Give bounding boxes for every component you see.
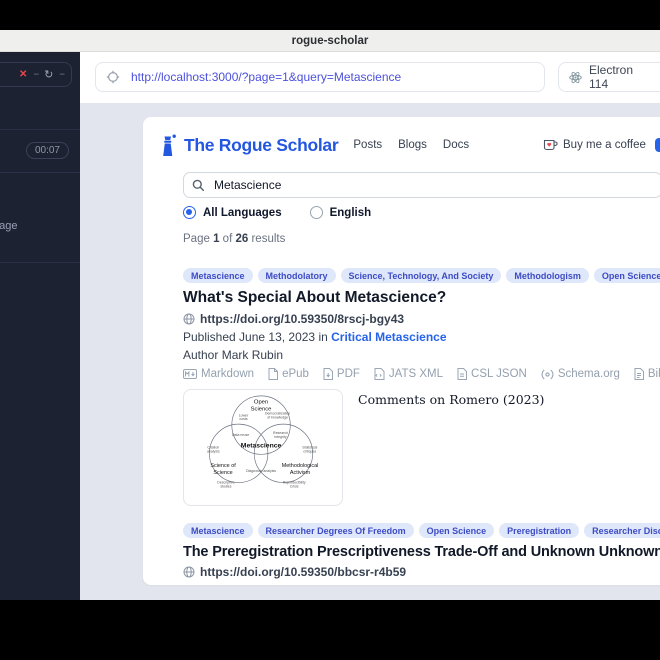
svg-text:Metascience: Metascience: [241, 443, 282, 450]
svg-text:Crisis: Crisis: [290, 484, 299, 488]
tag[interactable]: Researcher Degrees Of Freedom: [257, 523, 414, 538]
url-bar[interactable]: [95, 62, 545, 92]
svg-text:costs: costs: [239, 417, 247, 421]
post-tags: Metascience Methodolatory Science, Techn…: [183, 268, 660, 283]
svg-text:Data reuse: Data reuse: [232, 433, 249, 437]
tag[interactable]: Methodolatory: [257, 268, 336, 283]
radio-english[interactable]: English: [309, 206, 372, 219]
radio-label: English: [329, 206, 372, 219]
dash-label: --: [59, 69, 65, 80]
timer-badge: 00:07: [25, 142, 69, 159]
search-icon: [192, 179, 205, 192]
post-figure: Open Science Lower costs Democratization…: [183, 389, 660, 506]
divider: [0, 129, 80, 130]
search-input[interactable]: [212, 177, 653, 193]
panel-controls: ✕ -- ↻ --: [0, 62, 72, 87]
site-title[interactable]: The Rogue Scholar: [184, 135, 339, 156]
tag[interactable]: Open Science: [593, 268, 660, 283]
target-icon: [106, 70, 120, 84]
post-title[interactable]: What's Special About Metascience?: [183, 289, 660, 307]
left-panel: ✕ -- ↻ -- 00:07 page: [0, 52, 80, 600]
window-title: rogue-scholar: [291, 34, 369, 47]
coffee-cup-icon: [543, 139, 558, 151]
buy-me-a-coffee-link[interactable]: Buy me a coffee: [543, 139, 646, 151]
download-epub[interactable]: ePub: [268, 368, 309, 380]
browser-version-label: Electron 114: [589, 63, 634, 91]
nav-docs[interactable]: Docs: [443, 139, 469, 151]
url-input[interactable]: [129, 69, 534, 85]
doi-link[interactable]: https://doi.org/10.59350/8rscj-bgy43: [200, 312, 404, 326]
tag[interactable]: Open Science: [418, 523, 495, 538]
post-published-row: Published June 13, 2023 in Critical Meta…: [183, 330, 447, 344]
svg-text:Activism: Activism: [290, 470, 311, 476]
reload-icon[interactable]: ↻: [44, 68, 53, 81]
download-markdown[interactable]: Markdown: [183, 368, 254, 380]
post-tags: Metascience Researcher Degrees Of Freedo…: [183, 523, 660, 538]
tag[interactable]: Science, Technology, And Society: [340, 268, 502, 283]
svg-text:of knowledge: of knowledge: [267, 415, 288, 419]
rogue-scholar-logo-icon[interactable]: [160, 134, 177, 157]
site-header: The Rogue Scholar Posts Blogs Docs Buy m: [163, 131, 660, 159]
post-author-row: Author Mark Rubin: [183, 348, 284, 362]
nav-posts[interactable]: Posts: [353, 139, 382, 151]
coffee-label: Buy me a coffee: [563, 139, 646, 151]
globe-icon: [183, 313, 195, 325]
results-summary: Page 1 of 26 results: [183, 233, 286, 245]
radio-unselected-icon: [309, 206, 323, 219]
blog-link[interactable]: Critical Metascience: [331, 330, 446, 344]
close-icon[interactable]: ✕: [19, 69, 27, 80]
globe-icon: [183, 566, 195, 578]
post-published-row: Published June 6, 2023 in Critical Metas…: [183, 583, 660, 585]
electron-atom-icon: [569, 71, 582, 84]
download-bibtex[interactable]: BibTex: [634, 368, 660, 380]
download-jats-xml[interactable]: JATS XML: [374, 368, 443, 380]
window-titlebar: rogue-scholar: [0, 30, 660, 52]
svg-text:critiques: critiques: [303, 449, 316, 453]
author-name: Mark Rubin: [221, 348, 284, 362]
page-number: 1: [213, 233, 220, 245]
svg-text:integrity: integrity: [274, 435, 287, 439]
svg-text:analysis: analysis: [207, 449, 220, 453]
total-pages: 26: [235, 233, 249, 245]
page-label: page: [0, 220, 18, 232]
radio-all-languages[interactable]: All Languages: [183, 206, 282, 219]
header-edge-icon[interactable]: [655, 138, 660, 152]
browser-viewport: The Rogue Scholar Posts Blogs Docs Buy m: [80, 103, 660, 600]
screen: rogue-scholar Electron 114: [0, 0, 660, 660]
svg-text:Diagnostic analysis: Diagnostic analysis: [246, 469, 276, 473]
divider: [0, 172, 80, 173]
tag[interactable]: Researcher Discretion: [584, 523, 660, 538]
dash-label: --: [33, 69, 39, 80]
post-doi-row: https://doi.org/10.59350/8rscj-bgy43: [183, 312, 660, 326]
venn-diagram-image: Open Science Lower costs Democratization…: [183, 389, 343, 506]
blog-link[interactable]: Critical Metascience: [324, 583, 439, 585]
search-box[interactable]: [183, 172, 660, 198]
site-nav: Posts Blogs Docs: [353, 139, 469, 151]
divider: [0, 262, 80, 263]
svg-text:Science of: Science of: [210, 463, 236, 469]
browser-toolbar: Electron 114: [80, 52, 660, 103]
radio-label: All Languages: [203, 206, 282, 219]
browser-version-button[interactable]: Electron 114: [558, 62, 660, 92]
post-doi-row: https://doi.org/10.59350/bbcsr-r4b59: [183, 565, 660, 579]
svg-text:studies: studies: [220, 484, 231, 488]
tag[interactable]: Metascience: [183, 523, 253, 538]
download-pdf[interactable]: PDF: [323, 368, 360, 380]
tag[interactable]: Metascience: [183, 268, 253, 283]
nav-blogs[interactable]: Blogs: [398, 139, 427, 151]
doi-link[interactable]: https://doi.org/10.59350/bbcsr-r4b59: [200, 565, 406, 579]
tag[interactable]: Methodologism: [506, 268, 589, 283]
svg-text:Methodological: Methodological: [282, 463, 319, 469]
post-title[interactable]: The Preregistration Prescriptiveness Tra…: [183, 544, 660, 560]
download-csl-json[interactable]: CSL JSON: [457, 368, 527, 380]
download-schema-org[interactable]: Schema.org: [541, 368, 620, 380]
content-card: The Rogue Scholar Posts Blogs Docs Buy m: [143, 117, 660, 585]
post-download-links: Markdown ePub PDF JATS XML CSL JSON Sche…: [183, 368, 660, 380]
tag[interactable]: Preregistration: [499, 523, 580, 538]
svg-text:Science: Science: [213, 470, 232, 476]
radio-selected-icon: [183, 206, 196, 219]
figure-caption: Comments on Romero (2023): [358, 392, 545, 407]
language-filter: All Languages English: [183, 206, 660, 219]
svg-text:Open: Open: [254, 400, 268, 406]
